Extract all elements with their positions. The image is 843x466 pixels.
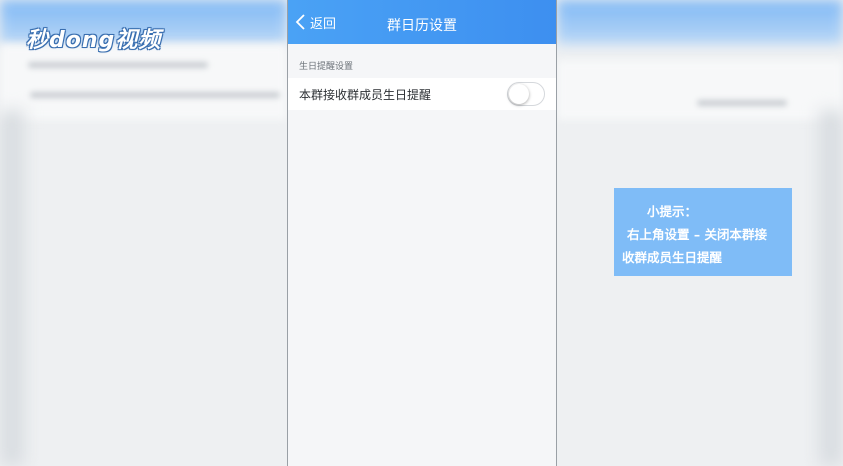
blurred-line [697,100,787,106]
blurred-band [557,60,843,120]
birthday-reminder-row: 本群接收群成员生日提醒 [288,78,556,110]
section-header: 生日提醒设置 [299,62,354,72]
birthday-reminder-label: 本群接收群成员生日提醒 [299,87,432,102]
phone-screen: 返回 群日历设置 生日提醒设置 本群接收群成员生日提醒 [287,0,557,466]
left-blurred-background [0,0,287,466]
blurred-line [28,62,208,68]
tip-title: 小提示： [647,204,698,219]
toggle-knob [509,84,529,104]
birthday-reminder-toggle[interactable] [507,82,545,106]
tip-text-line: 收群成员生日提醒 [622,250,723,265]
blurred-line [30,92,280,98]
blurred-edge [0,110,24,466]
tip-box: 小提示： 右上角设置 – 关闭本群接 收群成员生日提醒 [614,188,792,276]
blurred-header [557,0,843,44]
blurred-band [0,44,287,120]
page-title: 群日历设置 [387,18,457,34]
blurred-edge [819,110,843,466]
navigation-bar: 返回 群日历设置 [288,0,556,44]
watermark-logo: 秒dong视频 [26,28,162,53]
tip-text-line: 右上角设置 – 关闭本群接 [627,227,767,242]
